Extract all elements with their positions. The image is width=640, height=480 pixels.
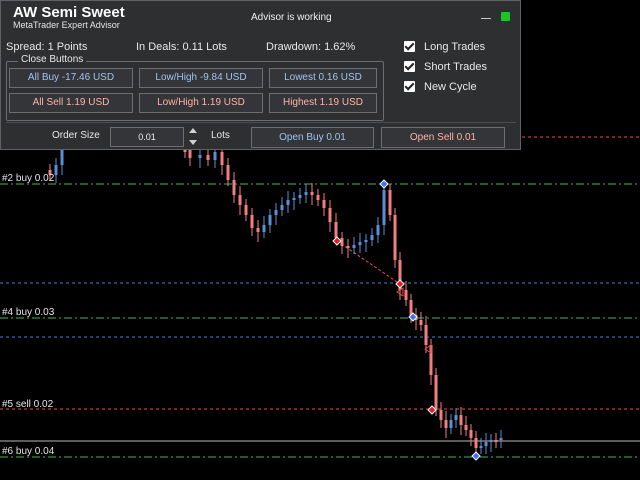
candle-body	[489, 440, 493, 442]
candle-body	[469, 430, 473, 438]
candle-body	[256, 228, 260, 232]
candle-body	[352, 245, 356, 248]
level-label-2: #2 buy 0.02	[2, 173, 55, 184]
candle-body	[382, 190, 386, 225]
trade-link-line	[336, 240, 401, 285]
candle-body	[364, 240, 368, 242]
candle-body	[499, 438, 503, 440]
close-lowest-button[interactable]: Lowest 0.16 USD	[269, 68, 377, 88]
trade-marker-buy	[471, 451, 481, 461]
candle-body	[370, 235, 374, 240]
lots-label: Lots	[211, 130, 230, 141]
candle-body	[388, 190, 392, 215]
close-buttons-label: Close Buttons	[18, 54, 87, 65]
candle-body	[449, 420, 453, 428]
level-label-4: #4 buy 0.03	[2, 307, 55, 318]
divider	[6, 122, 516, 123]
candle-body	[494, 440, 498, 442]
close-low-high-sell-button[interactable]: Low/High 1.19 USD	[139, 93, 263, 113]
candle-body	[268, 215, 272, 225]
candle-body	[346, 246, 350, 248]
candle-body	[358, 242, 362, 245]
candle-body	[310, 192, 314, 195]
spread-info: Spread: 1 Points	[6, 41, 88, 53]
close-highest-button[interactable]: Highest 1.19 USD	[269, 93, 377, 113]
candle-body	[274, 210, 278, 215]
candle-body	[262, 225, 266, 232]
candle-body	[60, 150, 64, 165]
spin-down-icon[interactable]	[189, 140, 197, 145]
candle-body	[404, 290, 408, 300]
candle-body	[393, 215, 397, 260]
trade-marker-buy	[379, 179, 389, 189]
candle-body	[226, 165, 230, 180]
panel-subtitle: MetaTrader Expert Advisor	[13, 20, 120, 30]
order-size-input[interactable]: 0.01	[110, 127, 184, 147]
candle-body	[198, 155, 202, 158]
short-trades-label: Short Trades	[424, 61, 487, 73]
level-label-5: #5 sell 0.02	[2, 399, 54, 410]
candle-body	[444, 420, 448, 428]
trade-marker-sell	[332, 236, 342, 246]
candle-body	[54, 165, 58, 175]
close-all-sell-button[interactable]: All Sell 1.19 USD	[9, 93, 133, 113]
candle-body	[454, 415, 458, 420]
candle-body	[232, 180, 236, 195]
candle-body	[434, 375, 438, 410]
level-label-6: #6 buy 0.04	[2, 446, 55, 457]
spin-up-icon[interactable]	[189, 128, 197, 133]
candle-body	[298, 195, 302, 198]
candle-body	[244, 205, 248, 215]
candle-body	[409, 300, 413, 315]
candle-body	[220, 152, 224, 165]
candle-body	[328, 208, 332, 222]
candle-body	[439, 410, 443, 420]
in-deals-info: In Deals: 0.11 Lots	[136, 41, 227, 53]
candle-body	[479, 446, 483, 448]
panel-title: AW Semi Sweet	[13, 4, 125, 21]
open-sell-button[interactable]: Open Sell 0.01	[381, 127, 505, 148]
close-low-high-buy-button[interactable]: Low/High -9.84 USD	[139, 68, 263, 88]
short-trades-checkbox[interactable]	[404, 61, 415, 72]
status-indicator-icon[interactable]	[501, 12, 510, 21]
candle-body	[340, 238, 344, 246]
candle-body	[280, 205, 284, 210]
candle-body	[334, 222, 338, 238]
close-all-buy-button[interactable]: All Buy -17.46 USD	[9, 68, 133, 88]
candle-body	[250, 215, 254, 228]
trade-marker-sell	[395, 279, 405, 289]
candle-body	[459, 415, 463, 425]
new-cycle-label: New Cycle	[424, 81, 477, 93]
candle-body	[183, 150, 187, 152]
candle-body	[322, 200, 326, 208]
order-size-label: Order Size	[52, 130, 100, 141]
candle-body	[286, 200, 290, 205]
candle-body	[474, 438, 478, 448]
open-buy-button[interactable]: Open Buy 0.01	[251, 127, 374, 148]
candle-body	[292, 198, 296, 200]
minimize-icon[interactable]	[481, 18, 491, 19]
long-trades-checkbox[interactable]	[404, 41, 415, 52]
candle-body	[188, 150, 192, 158]
candle-body	[206, 155, 210, 160]
candle-body	[238, 195, 242, 205]
long-trades-label: Long Trades	[424, 41, 486, 53]
status-text: Advisor is working	[251, 12, 332, 23]
candle-body	[304, 192, 308, 195]
candle-body	[316, 195, 320, 200]
candle-body	[419, 320, 423, 325]
candle-body	[213, 152, 217, 160]
new-cycle-checkbox[interactable]	[404, 81, 415, 92]
candle-body	[484, 442, 488, 446]
drawdown-info: Drawdown: 1.62%	[266, 41, 356, 53]
candle-body	[376, 225, 380, 235]
candle-body	[424, 325, 428, 345]
candle-body	[464, 425, 468, 430]
expert-advisor-panel: AW Semi Sweet MetaTrader Expert Advisor …	[0, 0, 521, 150]
